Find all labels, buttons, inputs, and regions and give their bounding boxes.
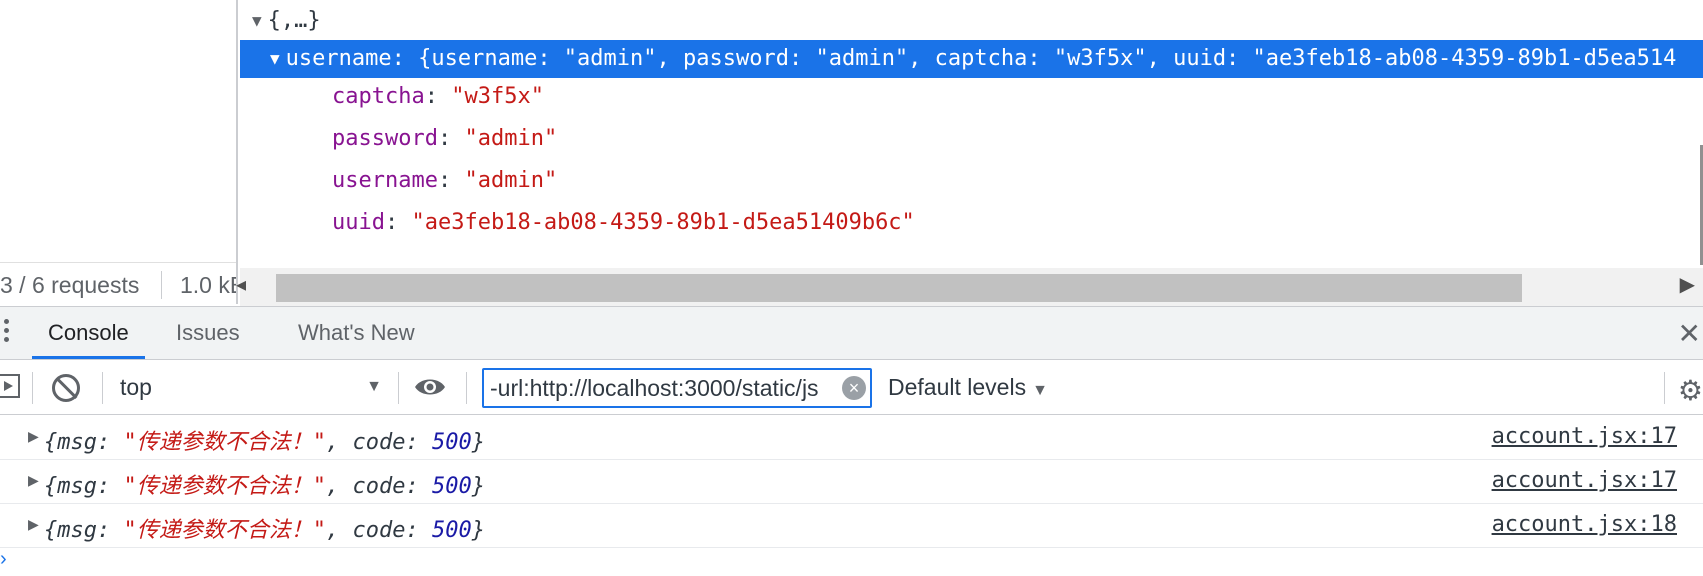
selected-preview: {username: "admin", password: "admin", c… xyxy=(418,46,1677,71)
settings-gear-icon[interactable]: ⚙ xyxy=(1678,374,1703,407)
message-object[interactable]: {msg: "传递参数不合法！", code: 500} xyxy=(44,468,485,500)
code-key: code xyxy=(352,518,406,543)
msg-key: msg xyxy=(57,430,97,455)
payload-root-label: {,…} xyxy=(267,8,321,33)
code-value: 500 xyxy=(431,474,472,499)
payload-field-row[interactable]: uuid: "ae3feb18-ab08-4359-89b1-d5ea51409… xyxy=(240,204,1703,242)
tab-whats-new[interactable]: What's New xyxy=(298,307,415,359)
scrollbar-thumb[interactable] xyxy=(276,274,1522,302)
selected-key: username xyxy=(285,46,392,71)
sidebar-toggle-icon[interactable] xyxy=(0,374,20,398)
drawer-tab-bar: Console Issues What's New ✕ xyxy=(0,306,1703,360)
toolbar-divider xyxy=(398,372,399,404)
payload-field-row[interactable]: captcha: "w3f5x" xyxy=(240,78,1703,116)
toolbar-divider xyxy=(1664,372,1665,404)
transfer-size: 1.0 kB xyxy=(180,272,236,298)
horizontal-scrollbar[interactable]: ◂ ▶ xyxy=(236,268,1703,306)
payload-field-row[interactable]: username: "admin" xyxy=(240,162,1703,200)
code-key: code xyxy=(352,474,406,499)
colon: : xyxy=(391,46,419,71)
payload-selected-row[interactable]: ▼ username: {username: "admin", password:… xyxy=(240,40,1703,78)
console-message-row[interactable]: ▶ {msg: "传递参数不合法！", code: 500} account.jsx… xyxy=(0,416,1703,460)
console-toolbar: top ▼ × Default levels ▼ ⚙ xyxy=(0,360,1703,415)
network-requests-pane xyxy=(0,0,238,304)
summary-divider xyxy=(161,271,162,299)
field-value: "admin" xyxy=(464,168,558,193)
field-key: uuid xyxy=(332,210,385,235)
log-levels-dropdown[interactable]: Default levels ▼ xyxy=(888,360,1048,414)
colon: : xyxy=(424,84,452,109)
console-message-row[interactable]: ▶ {msg: "传递参数不合法！", code: 500} account.jsx… xyxy=(0,504,1703,548)
code-key: code xyxy=(352,430,406,455)
collapse-triangle-icon[interactable]: ▼ xyxy=(252,2,262,40)
toolbar-divider xyxy=(32,372,33,404)
expand-triangle-icon[interactable]: ▶ xyxy=(28,428,39,445)
payload-field-row[interactable]: password: "admin" xyxy=(240,120,1703,158)
eye-icon[interactable] xyxy=(414,376,446,398)
tab-issues[interactable]: Issues xyxy=(176,307,240,359)
source-link[interactable]: account.jsx:18 xyxy=(1492,512,1677,537)
collapse-triangle-icon[interactable]: ▼ xyxy=(270,40,280,78)
msg-value: "传递参数不合法！" xyxy=(123,474,327,499)
chevron-down-icon: ▼ xyxy=(366,378,382,395)
context-select[interactable]: top ▼ xyxy=(120,360,382,414)
console-message-row[interactable]: ▶ {msg: "传递参数不合法！", code: 500} account.jsx… xyxy=(0,460,1703,504)
colon: : xyxy=(437,168,465,193)
requests-count: 3 / 6 requests xyxy=(0,272,140,298)
code-value: 500 xyxy=(431,518,472,543)
scroll-left-icon[interactable]: ◂ xyxy=(236,272,246,297)
msg-value: "传递参数不合法！" xyxy=(123,430,327,455)
message-object[interactable]: {msg: "传递参数不合法！", code: 500} xyxy=(44,424,485,456)
more-vertical-icon[interactable] xyxy=(4,319,10,346)
colon: : xyxy=(384,210,412,235)
msg-key: msg xyxy=(57,474,97,499)
msg-key: msg xyxy=(57,518,97,543)
msg-value: "传递参数不合法！" xyxy=(123,518,327,543)
close-icon[interactable]: ✕ xyxy=(1678,317,1701,350)
message-object[interactable]: {msg: "传递参数不合法！", code: 500} xyxy=(44,512,485,544)
context-value: top xyxy=(120,374,152,400)
network-summary-bar: 3 / 6 requests 1.0 kB xyxy=(0,262,236,307)
clear-console-icon[interactable] xyxy=(52,374,80,402)
field-key: username xyxy=(332,168,438,193)
request-payload-tree: ▼ {,…} ▼ username: {username: "admin", pas… xyxy=(240,0,1703,262)
expand-triangle-icon[interactable]: ▶ xyxy=(28,472,39,489)
filter-input[interactable] xyxy=(490,370,830,406)
expand-triangle-icon[interactable]: ▶ xyxy=(28,516,39,533)
source-link[interactable]: account.jsx:17 xyxy=(1492,468,1677,493)
colon: : xyxy=(437,126,465,151)
field-value: "admin" xyxy=(464,126,558,151)
payload-root-row[interactable]: ▼ {,…} xyxy=(240,2,1703,40)
field-key: password xyxy=(332,126,438,151)
clear-filter-icon[interactable]: × xyxy=(842,376,866,400)
tab-console[interactable]: Console xyxy=(32,307,145,359)
source-link[interactable]: account.jsx:17 xyxy=(1492,424,1677,449)
console-prompt-icon[interactable]: › xyxy=(0,548,7,571)
toolbar-divider xyxy=(102,372,103,404)
field-value: "ae3feb18-ab08-4359-89b1-d5ea51409b6c" xyxy=(411,210,915,235)
field-value: "w3f5x" xyxy=(451,84,544,109)
code-value: 500 xyxy=(431,430,472,455)
field-key: captcha xyxy=(332,84,425,109)
log-levels-label: Default levels xyxy=(888,374,1027,400)
toolbar-divider xyxy=(466,372,467,404)
scroll-right-icon[interactable]: ▶ xyxy=(1680,272,1695,297)
chevron-down-icon: ▼ xyxy=(1032,382,1048,399)
filter-field[interactable]: × xyxy=(482,368,872,408)
